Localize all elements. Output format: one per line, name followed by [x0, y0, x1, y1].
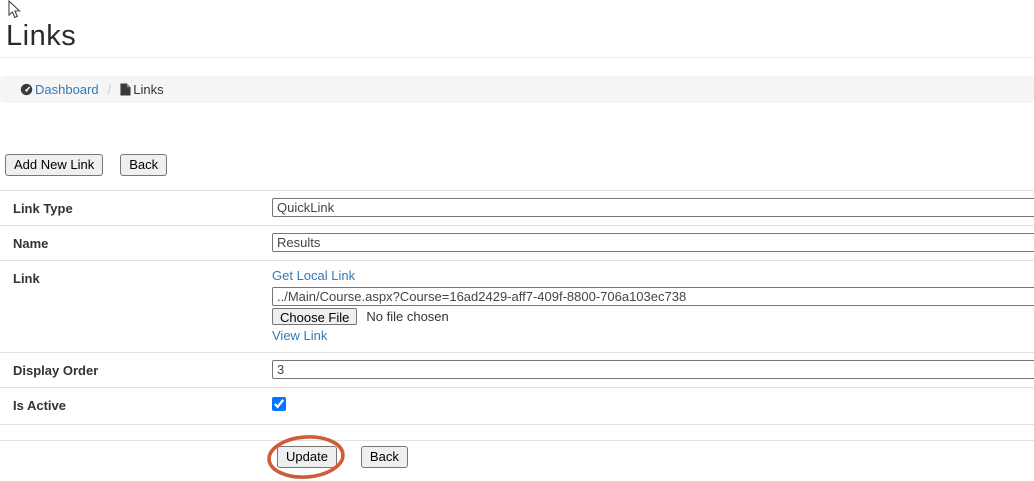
is-active-label: Is Active	[13, 395, 272, 413]
is-active-checkbox[interactable]	[272, 397, 286, 411]
get-local-link[interactable]: Get Local Link	[272, 268, 1034, 284]
name-label: Name	[13, 233, 272, 251]
mouse-cursor-icon	[6, 0, 24, 20]
breadcrumb-current: Links	[120, 82, 163, 97]
page-title: Links	[6, 20, 76, 53]
form-row-display-order: Display Order	[0, 352, 1034, 387]
toolbar: Add New Link Back	[5, 154, 167, 176]
gauge-icon	[20, 83, 33, 96]
title-divider	[0, 57, 1034, 58]
links-form: Link Type Name Link Get Local Link Choos…	[0, 190, 1034, 425]
back-button-top[interactable]: Back	[120, 154, 167, 176]
update-button[interactable]: Update	[277, 446, 337, 468]
view-link[interactable]: View Link	[272, 328, 1034, 344]
breadcrumb-dashboard[interactable]: Dashboard	[20, 82, 99, 97]
link-type-input[interactable]	[272, 198, 1034, 217]
file-upload-row: Choose File No file chosen	[272, 308, 1034, 325]
choose-file-button[interactable]: Choose File	[272, 308, 357, 325]
form-row-link-type: Link Type	[0, 190, 1034, 225]
display-order-input[interactable]	[272, 360, 1034, 379]
name-input[interactable]	[272, 233, 1034, 252]
back-button-bottom[interactable]: Back	[361, 446, 408, 468]
link-label: Link	[13, 268, 272, 286]
link-url-input[interactable]	[272, 287, 1034, 306]
breadcrumb-dashboard-link[interactable]: Dashboard	[35, 82, 99, 97]
breadcrumb-current-label: Links	[133, 82, 163, 97]
breadcrumb-separator: /	[108, 82, 112, 97]
display-order-label: Display Order	[13, 360, 272, 378]
form-row-link: Link Get Local Link Choose File No file …	[0, 260, 1034, 352]
file-status-text: No file chosen	[366, 309, 448, 324]
footer-actions: Update Back	[277, 446, 408, 468]
form-row-name: Name	[0, 225, 1034, 260]
link-type-label: Link Type	[13, 198, 272, 216]
breadcrumb: Dashboard / Links	[0, 76, 1034, 103]
footer-divider	[0, 440, 1034, 441]
form-row-is-active: Is Active	[0, 387, 1034, 425]
add-new-link-button[interactable]: Add New Link	[5, 154, 103, 176]
file-icon	[120, 83, 131, 96]
